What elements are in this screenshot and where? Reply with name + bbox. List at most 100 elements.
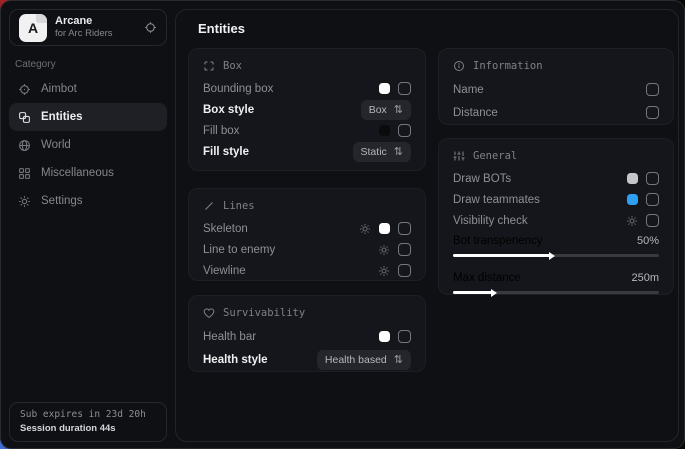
setting-label: Visibility check [453, 215, 528, 227]
card-information: Information Name Distance [438, 48, 674, 125]
color-swatch[interactable] [379, 331, 390, 342]
setting-label: Distance [453, 107, 498, 119]
swap-arrows-icon: ⇅ [394, 145, 403, 158]
health-style-select[interactable]: Health based ⇅ [317, 350, 411, 370]
setting-label: Viewline [203, 265, 246, 277]
checkbox[interactable] [398, 264, 411, 277]
sidebar-item-entities[interactable]: Entities [9, 103, 167, 131]
gear-icon [18, 195, 31, 208]
checkbox[interactable] [646, 214, 659, 227]
color-swatch[interactable] [379, 83, 390, 94]
sidebar-item-aimbot[interactable]: Aimbot [9, 75, 167, 103]
main-panel: Entities Box Bounding box Box style [175, 9, 679, 442]
card-general: General Draw BOTs Draw teammates Visibil… [438, 138, 674, 295]
card-title: General [473, 150, 517, 162]
setting-row-health-bar: Health bar [203, 325, 411, 348]
avatar: A [19, 14, 47, 42]
swap-arrows-icon: ⇅ [394, 353, 403, 366]
setting-row-health-style: Health style Health based ⇅ [203, 348, 411, 371]
setting-row-fill-style: Fill style Static ⇅ [203, 141, 411, 162]
setting-row-viewline: Viewline [203, 260, 411, 281]
slider-label: Bot transpenency [453, 235, 543, 247]
row-settings-gear-icon[interactable] [626, 215, 638, 227]
app-window: A Arcane for Arc Riders Category Aimbot [0, 0, 685, 449]
row-settings-gear-icon[interactable] [359, 223, 371, 235]
setting-row-line-to-enemy: Line to enemy [203, 239, 411, 260]
app-name: Arcane [55, 15, 113, 28]
checkbox[interactable] [398, 330, 411, 343]
info-icon [453, 60, 465, 72]
setting-label: Draw BOTs [453, 173, 511, 185]
checkbox[interactable] [398, 124, 411, 137]
sidebar-item-label: Miscellaneous [41, 167, 114, 179]
checkbox[interactable] [398, 222, 411, 235]
sidebar-item-label: Entities [41, 111, 83, 123]
setting-label: Box style [203, 104, 254, 116]
logo-card[interactable]: A Arcane for Arc Riders [9, 9, 167, 46]
setting-row-skeleton: Skeleton [203, 218, 411, 239]
color-swatch[interactable] [627, 173, 638, 184]
slider-label: Max distance [453, 272, 521, 284]
color-swatch[interactable] [379, 125, 390, 136]
checkbox[interactable] [646, 172, 659, 185]
slider-thumb[interactable] [491, 289, 497, 297]
slider-value: 250m [631, 272, 659, 284]
checkbox[interactable] [646, 106, 659, 119]
sliders-icon [453, 150, 465, 162]
sidebar-nav: Aimbot Entities World [1, 75, 175, 215]
card-lines: Lines Skeleton Line to enemy [188, 188, 426, 281]
checkbox[interactable] [398, 243, 411, 256]
sidebar-item-label: Aimbot [41, 83, 77, 95]
row-settings-gear-icon[interactable] [378, 265, 390, 277]
page-title: Entities [198, 21, 245, 36]
heart-pulse-icon [203, 307, 215, 319]
entities-boxes-icon [18, 111, 31, 124]
subscription-box: Sub expires in 23d 20h Session duration … [9, 402, 167, 442]
setting-row-fill-box: Fill box [203, 120, 411, 141]
app-tagline: for Arc Riders [55, 28, 113, 39]
color-swatch[interactable] [627, 194, 638, 205]
fill-style-select[interactable]: Static ⇅ [353, 142, 411, 162]
setting-label: Fill style [203, 146, 249, 158]
scan-brackets-icon [203, 60, 215, 72]
globe-icon [18, 139, 31, 152]
subscription-expires: Sub expires in 23d 20h [20, 409, 156, 420]
slider-row-bot-transparency: Bot transpenency 50% [453, 231, 659, 251]
diagonal-line-icon [203, 200, 215, 212]
setting-label: Skeleton [203, 223, 248, 235]
color-swatch[interactable] [379, 223, 390, 234]
card-title: Lines [223, 200, 255, 212]
setting-row-box-style: Box style Box ⇅ [203, 99, 411, 120]
slider-row-max-distance: Max distance 250m [453, 268, 659, 288]
setting-label: Line to enemy [203, 244, 275, 256]
category-label: Category [15, 59, 161, 70]
checkbox[interactable] [398, 82, 411, 95]
setting-row-distance: Distance [453, 101, 659, 124]
setting-row-draw-bots: Draw BOTs [453, 168, 659, 189]
slider-thumb[interactable] [549, 252, 555, 260]
sidebar-item-world[interactable]: World [9, 131, 167, 159]
checkbox[interactable] [646, 193, 659, 206]
checkbox[interactable] [646, 83, 659, 96]
sidebar-item-miscellaneous[interactable]: Miscellaneous [9, 159, 167, 187]
setting-label: Health bar [203, 331, 256, 343]
box-style-select[interactable]: Box ⇅ [361, 100, 411, 120]
row-settings-gear-icon[interactable] [378, 244, 390, 256]
max-distance-slider[interactable] [453, 291, 659, 294]
setting-row-draw-teammates: Draw teammates [453, 189, 659, 210]
card-title: Information [473, 60, 543, 72]
sidebar-item-label: Settings [41, 195, 83, 207]
sidebar: A Arcane for Arc Riders Category Aimbot [1, 1, 175, 448]
modules-grid-icon [18, 167, 31, 180]
bot-transparency-slider[interactable] [453, 254, 659, 257]
setting-row-visibility-check: Visibility check [453, 210, 659, 231]
setting-label: Draw teammates [453, 194, 540, 206]
sidebar-item-settings[interactable]: Settings [9, 187, 167, 215]
sidebar-item-label: World [41, 139, 71, 151]
setting-row-name: Name [453, 78, 659, 101]
setting-label: Name [453, 84, 484, 96]
setting-label: Fill box [203, 125, 239, 137]
crosshair-icon[interactable] [144, 21, 157, 34]
slider-value: 50% [637, 235, 659, 247]
setting-label: Health style [203, 354, 268, 366]
